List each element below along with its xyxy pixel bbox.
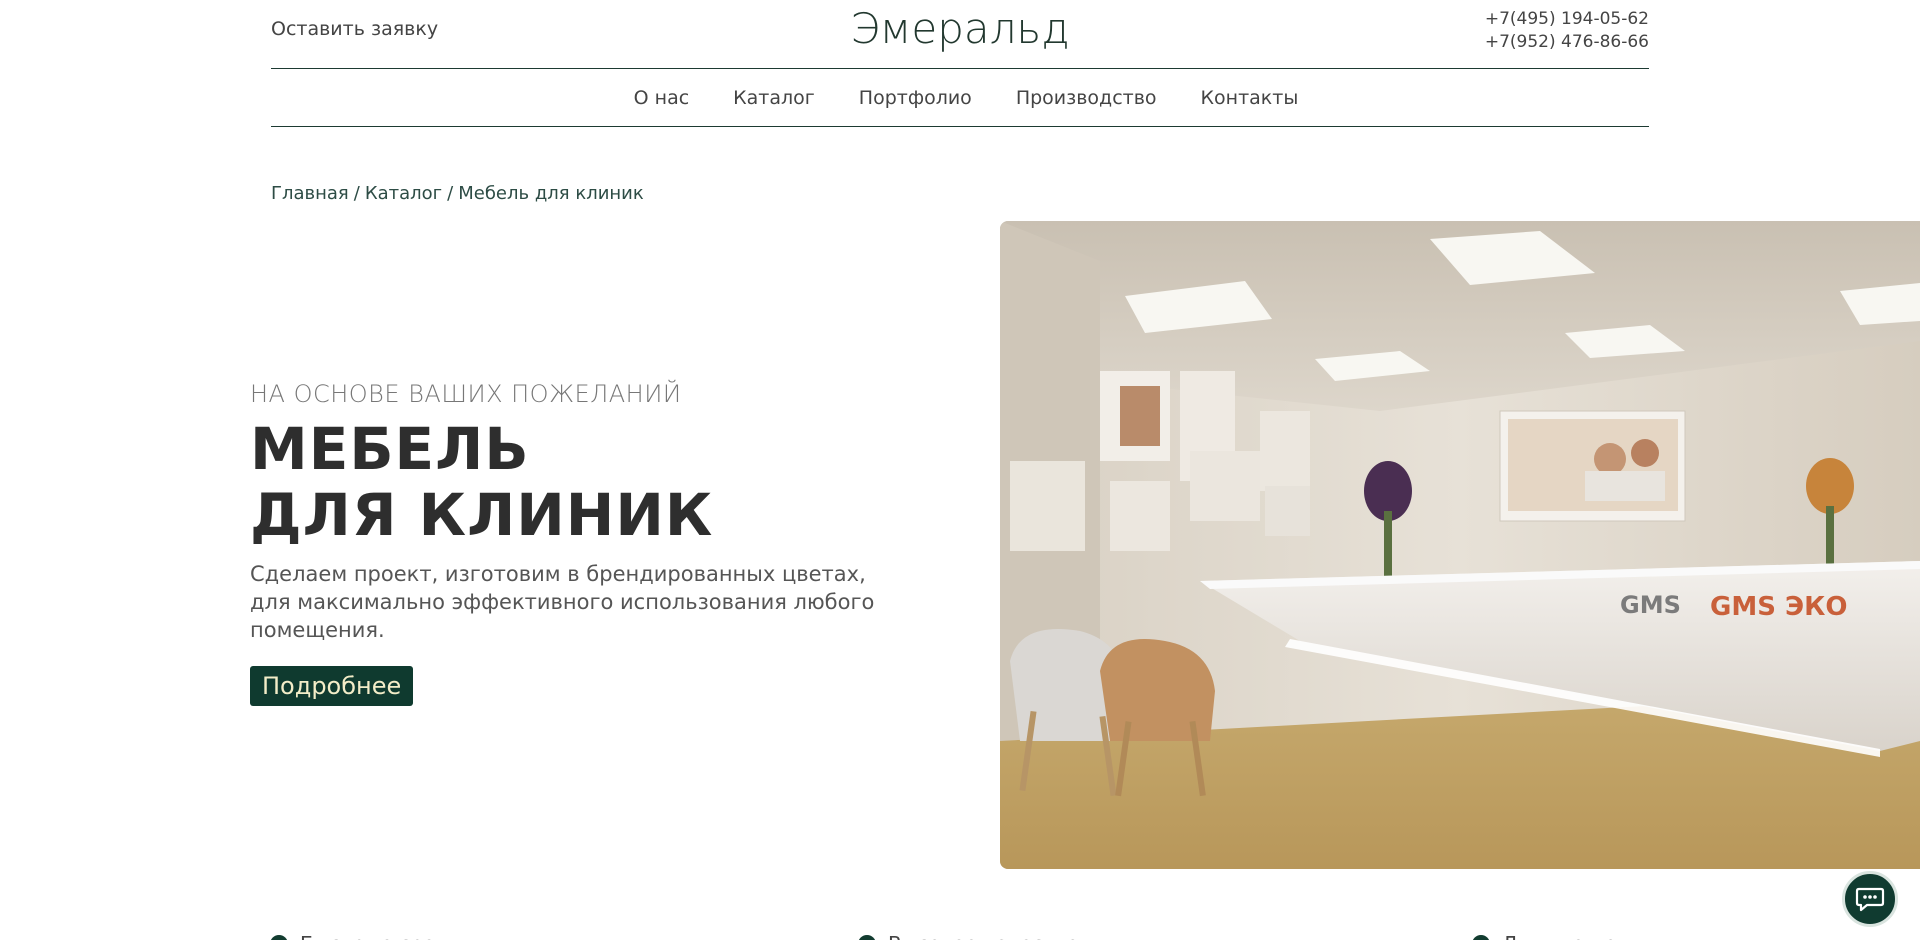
nav-item-production[interactable]: Производство — [1016, 87, 1157, 109]
site-header: Оставить заявку Эмеральд +7(495) 194-05-… — [271, 0, 1649, 69]
image-logo-gms: GMS — [1620, 591, 1681, 619]
feature-label: Быстрые сроки — [300, 932, 460, 940]
hero-description: Сделаем проект, изготовим в брендированн… — [250, 562, 875, 642]
image-logo-gms-eko: GMS ЭКО — [1710, 592, 1847, 622]
breadcrumb-separator: / — [447, 183, 454, 204]
breadcrumb-separator: / — [353, 183, 360, 204]
hero-image: GMS GMS ЭКО — [1000, 221, 1920, 869]
chat-button[interactable] — [1842, 871, 1898, 927]
feature-label: Лучшие цены — [1502, 932, 1645, 940]
feature-fast: Быстрые сроки — [270, 932, 460, 940]
breadcrumb-catalog[interactable]: Каталог — [365, 183, 442, 204]
more-button[interactable]: Подробнее — [250, 666, 414, 706]
phone-number-1[interactable]: +7(495) 194-05-62 — [1485, 8, 1649, 31]
feature-label: Высокое качество — [888, 932, 1079, 940]
hero-eyebrow: НА ОСНОВЕ ВАШИХ ПОЖЕЛАНИЙ — [250, 380, 682, 408]
breadcrumb: Главная / Каталог / Мебель для клиник — [271, 183, 644, 204]
phone-number-2[interactable]: +7(952) 476-86-66 — [1485, 31, 1649, 54]
breadcrumb-current: Мебель для клиник — [458, 183, 644, 204]
nav-item-catalog[interactable]: Каталог — [733, 87, 815, 109]
phone-list: +7(495) 194-05-62 +7(952) 476-86-66 — [1485, 8, 1649, 54]
bullet-icon — [858, 935, 876, 940]
nav-item-portfolio[interactable]: Портфолио — [859, 87, 972, 109]
bullet-icon — [1472, 935, 1490, 940]
feature-quality: Высокое качество — [858, 932, 1079, 940]
clinic-reception-illustration: GMS GMS ЭКО — [1000, 221, 1920, 869]
hero-title-line-1: МЕБЕЛЬ — [250, 415, 530, 483]
hero-title-line-2: ДЛЯ КЛИНИК — [250, 481, 714, 549]
site-logo[interactable]: Эмеральд — [271, 4, 1649, 53]
main-nav: О нас Каталог Портфолио Производство Кон… — [271, 69, 1649, 127]
bullet-icon — [270, 935, 288, 940]
feature-prices: Лучшие цены — [1472, 932, 1645, 940]
chat-bubble-icon — [1855, 887, 1885, 912]
hero-text: НА ОСНОВЕ ВАШИХ ПОЖЕЛАНИЙ МЕБЕЛЬ ДЛЯ КЛИ… — [250, 380, 930, 706]
breadcrumb-home[interactable]: Главная — [271, 183, 349, 204]
hero-title: МЕБЕЛЬ ДЛЯ КЛИНИК — [250, 416, 930, 548]
features-strip: Быстрые сроки Высокое качество Лучшие це… — [0, 932, 1920, 940]
nav-item-contacts[interactable]: Контакты — [1201, 87, 1299, 109]
nav-item-about[interactable]: О нас — [634, 87, 690, 109]
